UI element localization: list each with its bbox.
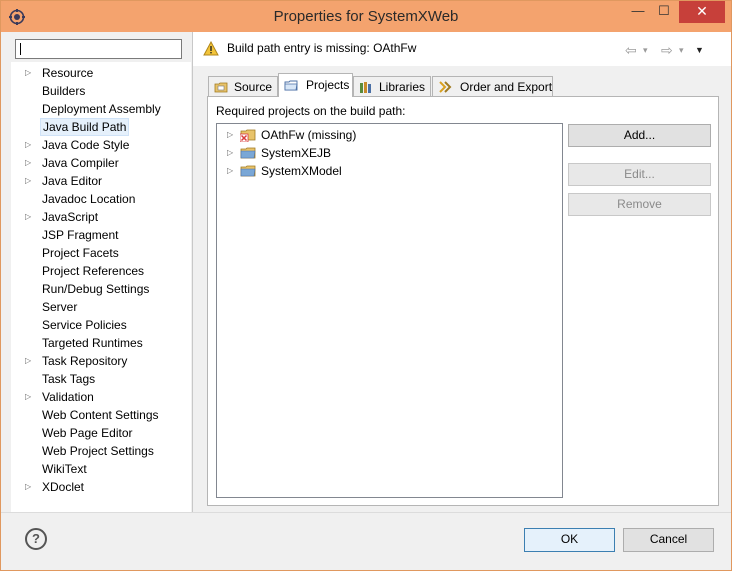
nav-item-label: Web Page Editor [42, 426, 133, 440]
filter-input[interactable] [15, 39, 182, 59]
expand-arrow-icon[interactable]: ▷ [25, 352, 31, 370]
edit-project-button[interactable]: Edit... [568, 163, 711, 186]
missing-project-icon [240, 129, 256, 142]
nav-item-label: Java Compiler [42, 156, 119, 170]
expand-arrow-icon[interactable]: ▷ [25, 64, 31, 82]
add-project-button[interactable]: Add... [568, 124, 711, 147]
cancel-button[interactable]: Cancel [623, 528, 714, 552]
message-area: Build path entry is missing: OAthFw ⇦ ▾ … [193, 32, 731, 66]
nav-item-label: Resource [42, 66, 94, 80]
tab-libraries[interactable]: Libraries [353, 76, 431, 97]
back-arrow-icon[interactable]: ⇦ [625, 42, 637, 59]
nav-item-label: Builders [42, 84, 86, 98]
nav-item-label: Task Tags [42, 372, 96, 386]
close-button[interactable]: ✕ [679, 1, 725, 23]
view-menu-icon[interactable]: ▼ [695, 45, 704, 55]
project-folder-icon [240, 147, 256, 159]
sash[interactable] [192, 32, 193, 512]
message-text: Build path entry is missing: OAthFw [227, 41, 417, 55]
nav-item-label: Web Project Settings [42, 444, 154, 458]
nav-item-label: XDoclet [42, 480, 85, 494]
nav-item-label: Server [42, 300, 78, 314]
nav-item-label: WikiText [42, 462, 87, 476]
tab-order-export[interactable]: Order and Export [432, 76, 553, 97]
property-page-tree: ▷ Resource Builders Deployment Assembly Java… [11, 62, 191, 512]
project-folder-icon [240, 165, 256, 177]
nav-item-label: Service Policies [42, 318, 127, 332]
tab-projects-label: Projects [306, 78, 350, 92]
forward-dropdown-icon[interactable]: ▾ [679, 45, 684, 56]
warning-icon [203, 41, 219, 56]
nav-item-label: Java Build Path [40, 118, 130, 136]
expand-arrow-icon[interactable]: ▷ [25, 154, 31, 172]
maximize-button[interactable]: ☐ [651, 1, 677, 23]
nav-item-label: Java Code Style [42, 138, 130, 152]
tab-source[interactable]: Source [208, 76, 278, 97]
nav-item-label: Run/Debug Settings [42, 282, 150, 296]
required-projects-list[interactable]: ▷ OAthFw (missing) ▷ SystemXEJB ▷ System… [216, 123, 563, 498]
tab-order-export-label: Order and Export [460, 80, 553, 94]
expand-arrow-icon[interactable]: ▷ [25, 478, 31, 496]
nav-item-label: Web Content Settings [42, 408, 159, 422]
source-folder-icon [214, 82, 228, 93]
projects-folder-icon [284, 80, 298, 91]
expand-arrow-icon[interactable]: ▷ [25, 172, 31, 190]
expand-arrow-icon[interactable]: ▷ [25, 388, 31, 406]
expand-arrow-icon[interactable]: ▷ [227, 144, 233, 162]
title-bar: Properties for SystemXWeb — ☐ ✕ [1, 1, 731, 32]
order-export-icon [439, 81, 452, 93]
nav-item-label: Project References [42, 264, 145, 278]
properties-dialog: Properties for SystemXWeb — ☐ ✕ ▷ Resourc… [0, 0, 732, 571]
text-cursor [20, 43, 21, 55]
forward-arrow-icon[interactable]: ⇨ [661, 42, 673, 59]
nav-item-label: JSP Fragment [42, 228, 119, 242]
tab-projects[interactable]: Projects [278, 73, 353, 97]
tab-libraries-label: Libraries [379, 80, 426, 94]
nav-item-label: Javadoc Location [42, 192, 136, 206]
project-label: SystemXEJB [261, 146, 332, 160]
nav-item-label: Task Repository [42, 354, 128, 368]
project-label: SystemXModel [261, 164, 342, 178]
nav-item-label: Targeted Runtimes [42, 336, 143, 350]
window-title: Properties for SystemXWeb [273, 8, 459, 25]
required-projects-heading: Required projects on the build path: [216, 104, 406, 118]
expand-arrow-icon[interactable]: ▷ [25, 208, 31, 226]
remove-project-button[interactable]: Remove [568, 193, 711, 216]
libraries-icon [360, 82, 371, 93]
nav-item-label: Validation [42, 390, 94, 404]
nav-item-label: Java Editor [42, 174, 103, 188]
nav-item-label: Project Facets [42, 246, 119, 260]
nav-item-label: Deployment Assembly [42, 102, 161, 116]
project-label: OAthFw (missing) [261, 128, 357, 142]
help-icon[interactable]: ? [25, 528, 47, 550]
projects-tab-panel: Required projects on the build path: ▷ O… [207, 96, 719, 506]
minimize-button[interactable]: — [625, 1, 651, 23]
footer-separator [1, 512, 731, 513]
back-dropdown-icon[interactable]: ▾ [643, 45, 648, 56]
expand-arrow-icon[interactable]: ▷ [227, 162, 233, 180]
expand-arrow-icon[interactable]: ▷ [25, 136, 31, 154]
ok-button[interactable]: OK [524, 528, 615, 552]
expand-arrow-icon[interactable]: ▷ [227, 126, 233, 144]
tab-source-label: Source [234, 80, 273, 94]
nav-item-label: JavaScript [42, 210, 99, 224]
